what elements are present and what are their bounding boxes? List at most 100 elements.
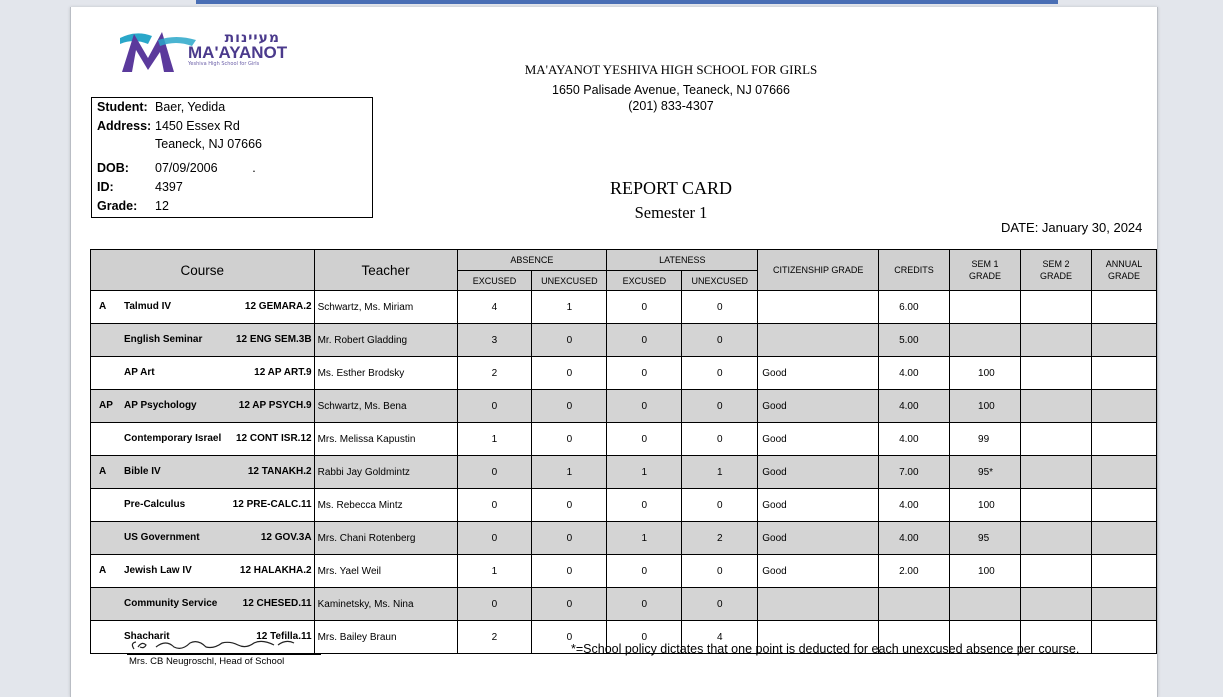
annual-grade-cell: [1090, 455, 1158, 489]
lateness-excused-cell: 0: [606, 389, 683, 423]
sem2-grade-cell: [1019, 488, 1092, 522]
course-cell: Community Service 12 CHESED.11: [90, 587, 315, 621]
sem1-grade-cell: [949, 323, 1021, 357]
citizenship-cell: Good: [757, 554, 880, 588]
school-name: MA'AYANOT YESHIVA HIGH SCHOOL FOR GIRLS: [524, 62, 818, 77]
header-credits: CREDITS: [878, 249, 951, 291]
logo-name: MA'AYANOT: [188, 43, 288, 62]
course-name: Talmud IV: [124, 301, 172, 312]
table-row: Contemporary Israel 12 CONT ISR.12 Mrs. Me…: [90, 422, 1158, 456]
credits-cell: 2.00: [878, 554, 951, 588]
course-name: Jewish Law IV: [124, 565, 192, 576]
window-top-bar: [196, 0, 1058, 4]
annual-grade-cell: [1090, 389, 1158, 423]
citizenship-cell: Good: [757, 488, 880, 522]
course-code: 12 PRE-CALC.11: [232, 499, 312, 510]
course-code: 12 HALAKHA.2: [239, 565, 312, 576]
absence-excused-cell: 1: [456, 554, 533, 588]
absence-excused-cell: 0: [456, 488, 533, 522]
course-cell: US Government 12 GOV.3A: [90, 521, 315, 555]
header-teacher: Teacher: [313, 249, 458, 291]
credits-cell: [878, 587, 951, 621]
teacher-cell: Schwartz, Ms. Miriam: [313, 290, 458, 324]
school-logo: מעיינות MA'AYANOT Yeshiva High School fo…: [118, 24, 290, 78]
lateness-unexcused-cell: 2: [681, 521, 759, 555]
sem1-grade-cell: 100: [949, 554, 1021, 588]
annual-grade-cell: [1090, 323, 1158, 357]
sem1-grade-cell: [949, 587, 1021, 621]
absence-unexcused-cell: 0: [531, 554, 608, 588]
absence-excused-cell: 4: [456, 290, 533, 324]
logo-text: מעיינות MA'AYANOT Yeshiva High School fo…: [188, 30, 287, 67]
citizenship-cell: [757, 290, 880, 324]
teacher-cell: Mr. Robert Gladding: [313, 323, 458, 357]
credits-cell: 4.00: [878, 389, 951, 423]
course-name: Bible IV: [124, 466, 161, 477]
annual-grade-cell: [1090, 422, 1158, 456]
signature-line: [127, 654, 321, 655]
absence-excused-cell: 1: [456, 422, 533, 456]
header-sem2: SEM 2 GRADE: [1019, 249, 1092, 291]
course-code: 12 GEMARA.2: [244, 301, 312, 312]
school-phone: (201) 833-4307: [628, 99, 714, 113]
teacher-cell: Schwartz, Ms. Bena: [313, 389, 458, 423]
header-absence-excused: EXCUSED: [456, 270, 533, 291]
absence-unexcused-cell: 1: [531, 290, 608, 324]
lateness-excused-cell: 0: [606, 422, 683, 456]
signature-image: [126, 635, 326, 655]
annual-grade-cell: [1090, 488, 1158, 522]
info-label: Grade:: [97, 199, 138, 213]
report-title: REPORT CARD: [609, 178, 733, 198]
absence-unexcused-cell: 0: [531, 356, 608, 390]
sem1-grade-cell: 100: [949, 488, 1021, 522]
credits-cell: 5.00: [878, 323, 951, 357]
sem1-grade-cell: 95*: [949, 455, 1021, 489]
course-cell: AP Art 12 AP ART.9: [90, 356, 315, 390]
absence-unexcused-cell: 0: [531, 521, 608, 555]
student-info-box: Student: Baer, Yedida Address: 1450 Esse…: [91, 97, 373, 218]
header-sem1: SEM 1 GRADE: [949, 249, 1021, 291]
report-date: DATE: January 30, 2024: [1001, 220, 1143, 235]
course-code: 12 AP ART.9: [254, 367, 312, 378]
absence-unexcused-cell: 0: [531, 323, 608, 357]
absence-unexcused-cell: 0: [531, 422, 608, 456]
lateness-excused-cell: 0: [606, 356, 683, 390]
school-header: MA'AYANOT YESHIVA HIGH SCHOOL FOR GIRLS …: [391, 62, 951, 114]
info-label: Address:: [97, 119, 152, 133]
info-value: 07/09/2006 .: [155, 161, 256, 175]
sem2-grade-cell: [1019, 521, 1092, 555]
credits-cell: 4.00: [878, 422, 951, 456]
annual-grade-cell: [1090, 620, 1158, 654]
annual-grade-cell: [1090, 554, 1158, 588]
header-absence-unexcused: UNEXCUSED: [531, 270, 608, 291]
lateness-excused-cell: 0: [606, 587, 683, 621]
info-value: Teaneck, NJ 07666: [155, 137, 263, 151]
table-row: English Seminar 12 ENG SEM.3B Mr. Robert G…: [90, 323, 1158, 357]
info-label: DOB:: [97, 161, 129, 175]
info-value: 4397: [155, 180, 183, 194]
teacher-cell: Ms. Rebecca Mintz: [313, 488, 458, 522]
teacher-cell: Mrs. Chani Rotenberg: [313, 521, 458, 555]
report-card-page: מעיינות MA'AYANOT Yeshiva High School fo…: [70, 7, 1158, 697]
citizenship-cell: [757, 587, 880, 621]
lateness-unexcused-cell: 0: [681, 554, 759, 588]
course-name: Pre-Calculus: [124, 499, 186, 510]
teacher-cell: Mrs. Bailey Braun: [313, 620, 458, 654]
absence-excused-cell: 0: [456, 587, 533, 621]
absence-unexcused-cell: 1: [531, 455, 608, 489]
sem2-grade-cell: [1019, 389, 1092, 423]
lateness-unexcused-cell: 0: [681, 290, 759, 324]
sem2-grade-cell: [1019, 323, 1092, 357]
sem1-grade-cell: [949, 290, 1021, 324]
school-address: 1650 Palisade Avenue, Teaneck, NJ 07666: [552, 83, 790, 97]
lateness-excused-cell: 0: [606, 290, 683, 324]
sem2-grade-cell: [1019, 554, 1092, 588]
info-value: 1450 Essex Rd: [155, 119, 240, 133]
sem1-grade-cell: 100: [949, 389, 1021, 423]
course-code: 12 CHESED.11: [242, 598, 312, 609]
course-level: AP: [99, 400, 113, 411]
course-cell: A Bible IV 12 TANAKH.2: [90, 455, 315, 489]
absence-excused-cell: 2: [456, 356, 533, 390]
annual-grade-cell: [1090, 290, 1158, 324]
annual-grade-cell: [1090, 356, 1158, 390]
